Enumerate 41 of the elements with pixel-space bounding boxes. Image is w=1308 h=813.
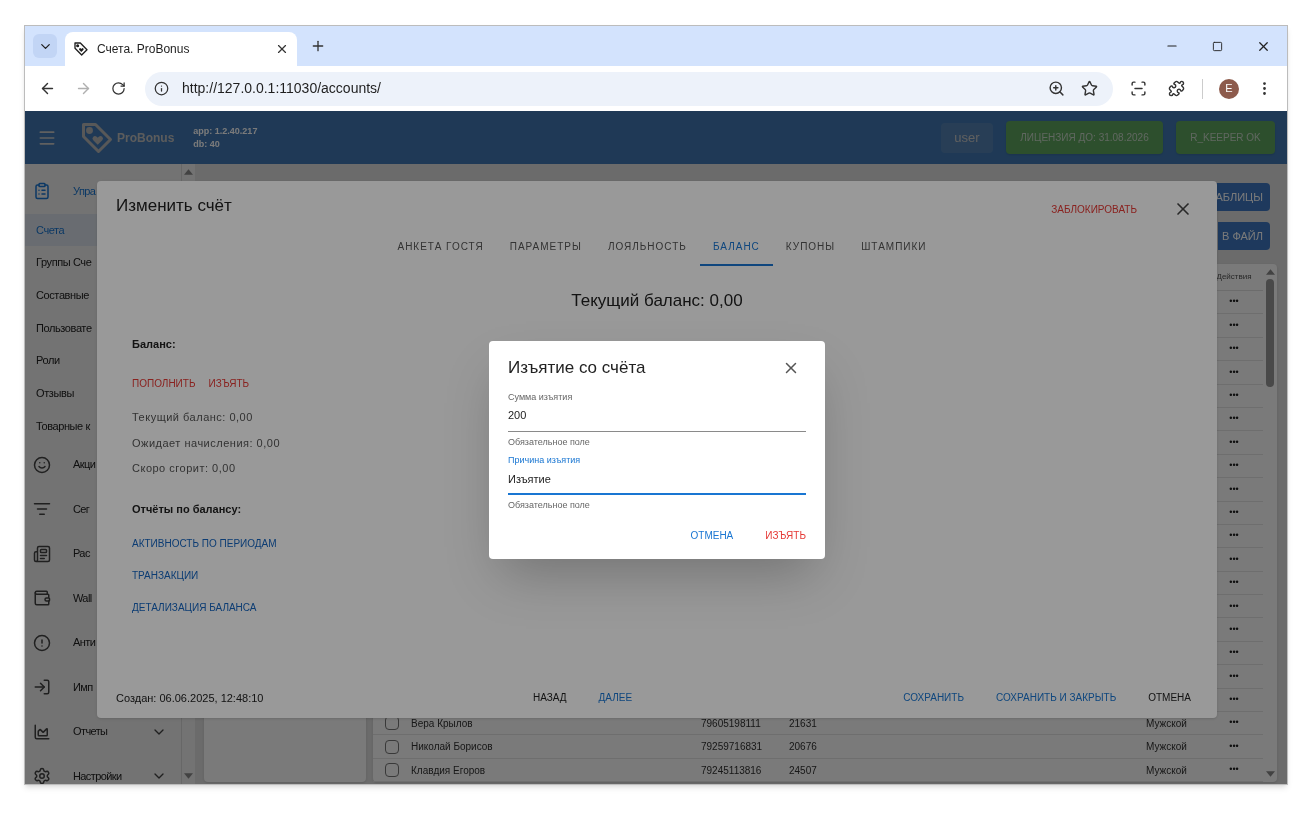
table-cell: 20676	[789, 741, 817, 753]
balance-line: Скоро сгорит: 0,00	[132, 461, 237, 476]
field-label: Причина изъятия	[508, 454, 582, 467]
table-cell: 79605198111	[701, 717, 761, 729]
table-cell: Николай Борисов	[411, 741, 493, 753]
field-value: 200	[508, 408, 528, 423]
url-text: http://127.0.0.1:11030/accounts/	[182, 79, 382, 98]
sidebar-group-label: Анти	[73, 635, 96, 651]
dialog-title: Изменить счёт	[116, 195, 232, 218]
table-cell: 79245113816	[701, 764, 762, 776]
table-cell: Мужской	[1146, 764, 1187, 776]
sidebar-group-label: Настройки	[73, 768, 122, 784]
section-heading: Баланс:	[132, 336, 176, 352]
created-date: Создан: 06.06.2025, 12:48:10	[116, 692, 264, 704]
table-cell: 21631	[789, 717, 817, 729]
sidebar-group-label: Отчеты	[73, 724, 108, 740]
table-cell: Вера Крылов	[411, 717, 473, 729]
balance-line: Ожидает начисления: 0,00	[132, 435, 280, 451]
table-cell: 24507	[789, 764, 817, 776]
sidebar-group-label: Упра	[73, 184, 96, 199]
sidebar-group-label: Сег	[73, 501, 90, 517]
section-heading: Отчёты по балансу:	[132, 501, 242, 517]
table-cell: Мужской	[1146, 717, 1187, 729]
table-cell: 79259716831	[701, 741, 763, 753]
field-value: Изъятие	[508, 471, 552, 487]
helper-text: Обязательное поле	[508, 499, 591, 512]
db-version: db: 40	[193, 139, 221, 149]
app-version: app: 1.2.40.217	[193, 126, 258, 136]
brand-name: ProBonus	[117, 129, 175, 147]
field-label: Сумма изъятия	[508, 390, 574, 404]
sidebar-group-label: Акци	[73, 457, 96, 473]
tab-title: Счета. ProBonus	[97, 41, 191, 58]
table-cell: Мужской	[1146, 741, 1187, 753]
sidebar-group-label: Рас	[73, 546, 90, 562]
dialog-title: Изъятие со счёта	[508, 357, 647, 379]
helper-text: Обязательное поле	[508, 435, 591, 449]
sidebar-group-label: Wall	[73, 590, 92, 606]
sidebar-group-label: Имп	[73, 679, 93, 695]
balance-line: Текущий баланс: 0,00	[132, 410, 254, 425]
table-cell: Клавдия Егоров	[411, 764, 486, 776]
current-balance: Текущий баланс: 0,00	[570, 290, 744, 312]
